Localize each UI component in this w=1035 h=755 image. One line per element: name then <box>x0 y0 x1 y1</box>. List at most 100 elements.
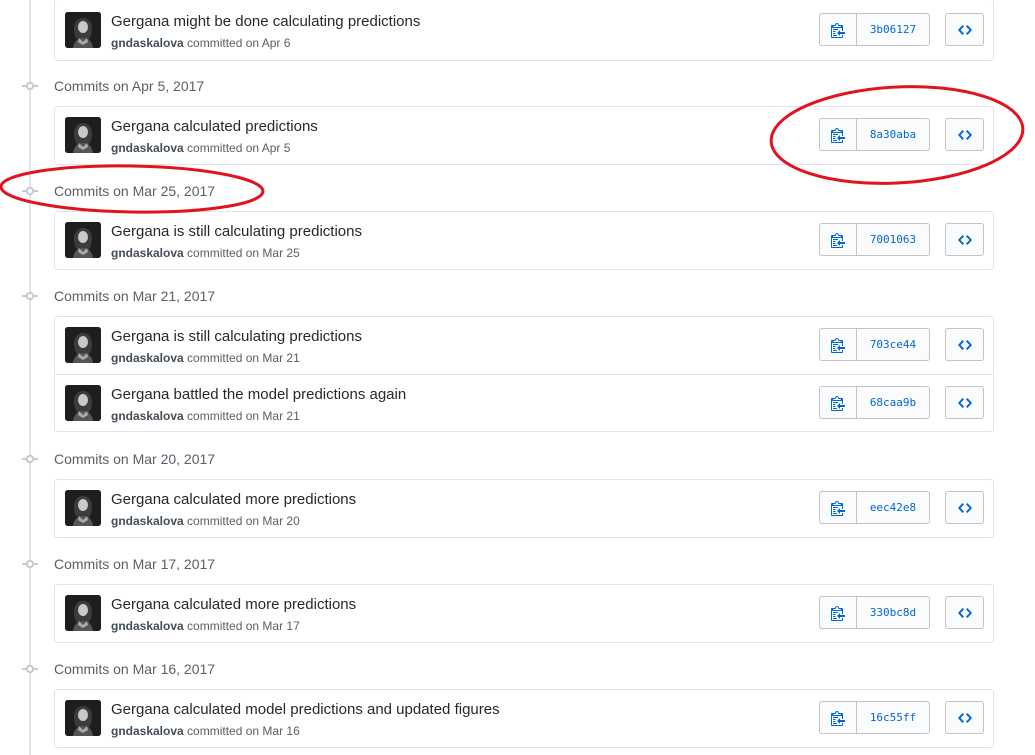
commit-group-date: Commits on Mar 21, 2017 <box>54 288 216 304</box>
commit-sha-link[interactable]: 8a30aba <box>857 118 930 151</box>
code-icon <box>957 24 972 35</box>
browse-repo-button[interactable] <box>945 223 984 256</box>
commit-message-link[interactable]: Gergana calculated model predictions and… <box>111 701 500 718</box>
commit-sha-buttons: 330bc8d <box>819 596 930 629</box>
clippy-icon <box>831 605 845 621</box>
code-icon <box>957 397 972 408</box>
code-icon <box>957 712 972 723</box>
commit-row: Gergana is still calculating predictions… <box>55 212 993 269</box>
commit-group-header: Commits on Apr 5, 2017 <box>22 76 204 96</box>
commit-sha-link[interactable]: 16c55ff <box>857 701 930 734</box>
commit-group-box: Gergana calculated more predictions gnda… <box>54 479 994 538</box>
clippy-icon <box>831 232 845 248</box>
commit-row: Gergana is still calculating predictions… <box>55 317 993 374</box>
commit-message-link[interactable]: Gergana is still calculating predictions <box>111 223 362 240</box>
commit-sha-buttons: eec42e8 <box>819 491 930 524</box>
commit-group-header: Commits on Mar 25, 2017 <box>22 181 215 201</box>
user-avatar[interactable] <box>65 700 101 736</box>
commit-group-header: Commits on Mar 20, 2017 <box>22 449 215 469</box>
copy-sha-button[interactable] <box>819 491 857 524</box>
browse-repo-button[interactable] <box>945 701 984 734</box>
commit-date-text: committed on Apr 5 <box>187 141 291 155</box>
user-avatar[interactable] <box>65 595 101 631</box>
user-avatar[interactable] <box>65 327 101 363</box>
commit-author-link[interactable]: gndaskalova <box>111 141 184 155</box>
git-commit-icon <box>22 288 38 304</box>
commit-meta: gndaskalova committed on Mar 21 <box>111 409 300 423</box>
copy-sha-button[interactable] <box>819 118 857 151</box>
commit-sha-buttons: 8a30aba <box>819 118 930 151</box>
commit-date-text: committed on Mar 20 <box>187 514 300 528</box>
commit-message-link[interactable]: Gergana might be done calculating predic… <box>111 13 420 30</box>
commit-message-link[interactable]: Gergana calculated predictions <box>111 118 318 135</box>
user-avatar[interactable] <box>65 117 101 153</box>
commit-date-text: committed on Mar 17 <box>187 619 300 633</box>
browse-repo-button[interactable] <box>945 596 984 629</box>
commit-sha-link[interactable]: 3b06127 <box>857 13 930 46</box>
commit-author-link[interactable]: gndaskalova <box>111 619 184 633</box>
commit-sha-link[interactable]: eec42e8 <box>857 491 930 524</box>
commit-meta: gndaskalova committed on Mar 20 <box>111 514 300 528</box>
commit-sha-link[interactable]: 330bc8d <box>857 596 930 629</box>
commit-history-page: Gergana might be done calculating predic… <box>0 0 1035 755</box>
commit-message-link[interactable]: Gergana calculated more predictions <box>111 491 356 508</box>
git-commit-icon <box>22 556 38 572</box>
commit-message-link[interactable]: Gergana is still calculating predictions <box>111 328 362 345</box>
browse-repo-button[interactable] <box>945 386 984 419</box>
commit-sha-link[interactable]: 7001063 <box>857 223 930 256</box>
commit-sha-buttons: 16c55ff <box>819 701 930 734</box>
code-icon <box>957 234 972 245</box>
git-commit-icon <box>22 661 38 677</box>
commit-sha-buttons: 68caa9b <box>819 386 930 419</box>
commit-group-header: Commits on Mar 21, 2017 <box>22 286 215 306</box>
clippy-icon <box>831 22 845 38</box>
commit-sha-link[interactable]: 68caa9b <box>857 386 930 419</box>
copy-sha-button[interactable] <box>819 596 857 629</box>
user-avatar[interactable] <box>65 385 101 421</box>
commit-message-link[interactable]: Gergana battled the model predictions ag… <box>111 386 406 403</box>
browse-repo-button[interactable] <box>945 491 984 524</box>
commit-author-link[interactable]: gndaskalova <box>111 514 184 528</box>
commit-group-date: Commits on Apr 5, 2017 <box>54 78 205 94</box>
commit-group-date: Commits on Mar 17, 2017 <box>54 556 216 572</box>
clippy-icon <box>831 337 845 353</box>
clippy-icon <box>831 395 845 411</box>
commit-group-date: Commits on Mar 20, 2017 <box>54 451 216 467</box>
commit-row: Gergana calculated more predictions gnda… <box>55 480 993 537</box>
commit-author-link[interactable]: gndaskalova <box>111 724 184 738</box>
copy-sha-button[interactable] <box>819 328 857 361</box>
user-avatar[interactable] <box>65 490 101 526</box>
commit-row: Gergana calculated more predictions gnda… <box>55 585 993 642</box>
commit-row: Gergana calculated predictions gndaskalo… <box>55 107 993 164</box>
commit-group-date: Commits on Mar 16, 2017 <box>54 661 216 677</box>
commit-group-box: Gergana might be done calculating predic… <box>54 0 994 61</box>
commit-meta: gndaskalova committed on Mar 16 <box>111 724 300 738</box>
commit-group-header: Commits on Mar 16, 2017 <box>22 659 215 679</box>
copy-sha-button[interactable] <box>819 223 857 256</box>
commit-sha-link[interactable]: 703ce44 <box>857 328 930 361</box>
commit-author-link[interactable]: gndaskalova <box>111 351 184 365</box>
commit-author-link[interactable]: gndaskalova <box>111 246 184 260</box>
commit-row: Gergana might be done calculating predic… <box>55 0 993 60</box>
clippy-icon <box>831 500 845 516</box>
copy-sha-button[interactable] <box>819 386 857 419</box>
commit-meta: gndaskalova committed on Mar 17 <box>111 619 300 633</box>
commit-meta: gndaskalova committed on Apr 5 <box>111 141 290 155</box>
browse-repo-button[interactable] <box>945 328 984 361</box>
browse-repo-button[interactable] <box>945 118 984 151</box>
browse-repo-button[interactable] <box>945 13 984 46</box>
clippy-icon <box>831 127 845 143</box>
commit-meta: gndaskalova committed on Mar 21 <box>111 351 300 365</box>
commit-group-box: Gergana is still calculating predictions… <box>54 316 994 432</box>
commit-author-link[interactable]: gndaskalova <box>111 409 184 423</box>
copy-sha-button[interactable] <box>819 701 857 734</box>
copy-sha-button[interactable] <box>819 13 857 46</box>
commit-sha-buttons: 3b06127 <box>819 13 930 46</box>
git-commit-icon <box>22 78 38 94</box>
user-avatar[interactable] <box>65 12 101 48</box>
commit-group-box: Gergana calculated predictions gndaskalo… <box>54 106 994 165</box>
commit-group-box: Gergana is still calculating predictions… <box>54 211 994 270</box>
commit-message-link[interactable]: Gergana calculated more predictions <box>111 596 356 613</box>
commit-author-link[interactable]: gndaskalova <box>111 36 184 50</box>
user-avatar[interactable] <box>65 222 101 258</box>
